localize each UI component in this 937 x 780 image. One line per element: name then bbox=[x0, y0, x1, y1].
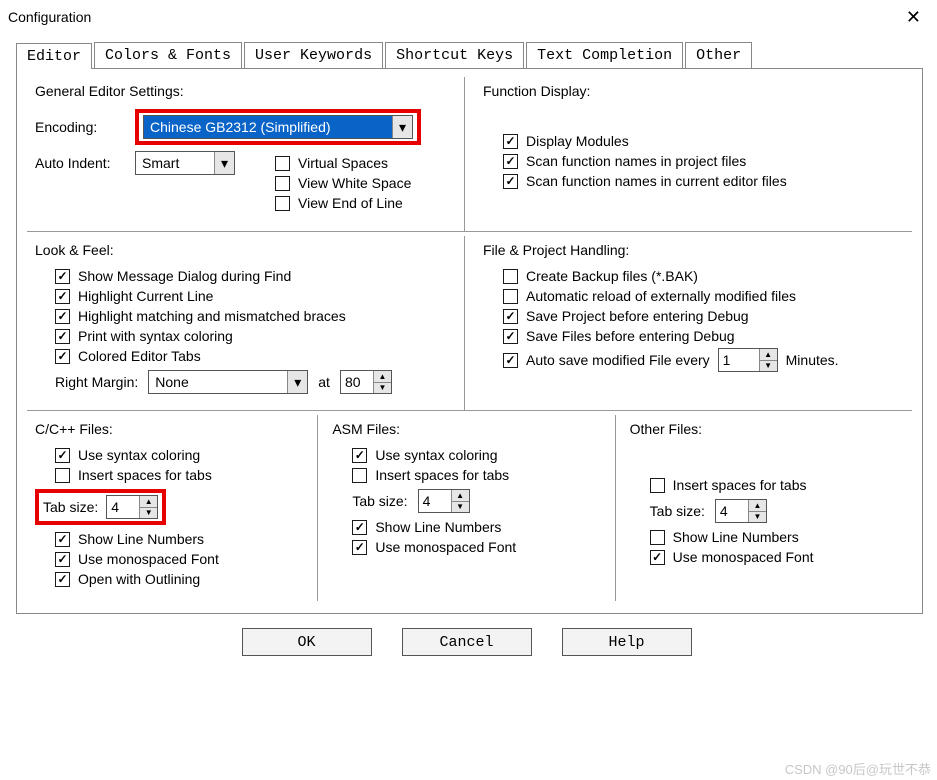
c-tabsize-label: Tab size: bbox=[43, 499, 98, 515]
cancel-button[interactable]: Cancel bbox=[402, 628, 532, 656]
group-title: ASM Files: bbox=[332, 421, 608, 437]
right-margin-label: Right Margin: bbox=[55, 374, 138, 390]
window-title: Configuration bbox=[8, 9, 91, 25]
asm-tabsize-label: Tab size: bbox=[352, 493, 407, 509]
autosave-minutes-spin[interactable]: 1 ▲▼ bbox=[718, 348, 778, 372]
arrow-down-icon[interactable]: ▼ bbox=[760, 361, 777, 372]
check-view-eol[interactable]: View End of Line bbox=[275, 195, 411, 211]
check-virtual-spaces[interactable]: Virtual Spaces bbox=[275, 155, 411, 171]
check-other-linenum[interactable]: Show Line Numbers bbox=[650, 529, 906, 545]
chevron-down-icon[interactable]: ▾ bbox=[214, 152, 234, 174]
right-margin-combo[interactable]: None ▾ bbox=[148, 370, 308, 394]
check-view-whitespace[interactable]: View White Space bbox=[275, 175, 411, 191]
check-autoreload[interactable]: Automatic reload of externally modified … bbox=[503, 288, 906, 304]
check-c-mono[interactable]: Use monospaced Font bbox=[55, 551, 311, 567]
group-title: File & Project Handling: bbox=[483, 242, 906, 258]
group-title: General Editor Settings: bbox=[35, 83, 458, 99]
watermark: CSDN @90后@玩世不恭 bbox=[785, 759, 931, 778]
encoding-highlight: Chinese GB2312 (Simplified) ▾ bbox=[135, 109, 421, 145]
group-title: Function Display: bbox=[483, 83, 906, 99]
arrow-down-icon[interactable]: ▼ bbox=[140, 508, 157, 519]
check-msg-dialog[interactable]: Show Message Dialog during Find bbox=[55, 268, 458, 284]
other-tabsize-label: Tab size: bbox=[650, 503, 705, 519]
c-tabsize-spin[interactable]: 4 ▲▼ bbox=[106, 495, 158, 519]
check-c-syntax[interactable]: Use syntax coloring bbox=[55, 447, 311, 463]
check-asm-linenum[interactable]: Show Line Numbers bbox=[352, 519, 608, 535]
chevron-down-icon[interactable]: ▾ bbox=[392, 116, 412, 138]
check-asm-mono[interactable]: Use monospaced Font bbox=[352, 539, 608, 555]
check-print-syntax[interactable]: Print with syntax coloring bbox=[55, 328, 458, 344]
tab-body: General Editor Settings: Encoding: Chine… bbox=[16, 69, 923, 614]
group-other-files: Other Files: Insert spaces for tabs Tab … bbox=[616, 415, 912, 601]
tab-shortcuts[interactable]: Shortcut Keys bbox=[385, 42, 524, 68]
c-tabsize-highlight: Tab size: 4 ▲▼ bbox=[35, 489, 166, 525]
check-other-mono[interactable]: Use monospaced Font bbox=[650, 549, 906, 565]
other-tabsize-spin[interactable]: 4 ▲▼ bbox=[715, 499, 767, 523]
autoindent-value: Smart bbox=[136, 152, 214, 174]
ok-button[interactable]: OK bbox=[242, 628, 372, 656]
group-look-feel: Look & Feel: Show Message Dialog during … bbox=[27, 236, 464, 411]
check-save-files[interactable]: Save Files before entering Debug bbox=[503, 328, 906, 344]
group-title: C/C++ Files: bbox=[35, 421, 311, 437]
arrow-down-icon[interactable]: ▼ bbox=[749, 512, 766, 523]
arrow-up-icon[interactable]: ▲ bbox=[760, 349, 777, 361]
help-button[interactable]: Help bbox=[562, 628, 692, 656]
check-display-modules[interactable]: Display Modules bbox=[503, 133, 906, 149]
group-general: General Editor Settings: Encoding: Chine… bbox=[27, 77, 464, 232]
check-scan-project[interactable]: Scan function names in project files bbox=[503, 153, 906, 169]
check-c-spaces[interactable]: Insert spaces for tabs bbox=[55, 467, 311, 483]
check-backup[interactable]: Create Backup files (*.BAK) bbox=[503, 268, 906, 284]
arrow-up-icon[interactable]: ▲ bbox=[374, 371, 391, 383]
tab-colors[interactable]: Colors & Fonts bbox=[94, 42, 242, 68]
group-asm-files: ASM Files: Use syntax coloring Insert sp… bbox=[318, 415, 615, 601]
tab-editor[interactable]: Editor bbox=[16, 43, 92, 69]
titlebar: Configuration ✕ bbox=[0, 0, 937, 32]
group-title: Other Files: bbox=[630, 421, 906, 437]
tab-keywords[interactable]: User Keywords bbox=[244, 42, 383, 68]
arrow-down-icon[interactable]: ▼ bbox=[452, 502, 469, 513]
group-c-files: C/C++ Files: Use syntax coloring Insert … bbox=[27, 415, 318, 601]
group-function-display: Function Display: Display Modules Scan f… bbox=[464, 77, 912, 232]
tab-completion[interactable]: Text Completion bbox=[526, 42, 683, 68]
check-colored-tabs[interactable]: Colored Editor Tabs bbox=[55, 348, 458, 364]
encoding-label: Encoding: bbox=[35, 119, 125, 135]
check-c-outlining[interactable]: Open with Outlining bbox=[55, 571, 311, 587]
close-icon[interactable]: ✕ bbox=[900, 7, 927, 28]
arrow-up-icon[interactable]: ▲ bbox=[749, 500, 766, 512]
check-scan-current[interactable]: Scan function names in current editor fi… bbox=[503, 173, 906, 189]
check-highlight-braces[interactable]: Highlight matching and mismatched braces bbox=[55, 308, 458, 324]
asm-tabsize-spin[interactable]: 4 ▲▼ bbox=[418, 489, 470, 513]
check-c-linenum[interactable]: Show Line Numbers bbox=[55, 531, 311, 547]
arrow-up-icon[interactable]: ▲ bbox=[452, 490, 469, 502]
check-highlight-line[interactable]: Highlight Current Line bbox=[55, 288, 458, 304]
group-title: Look & Feel: bbox=[35, 242, 458, 258]
check-asm-syntax[interactable]: Use syntax coloring bbox=[352, 447, 608, 463]
tab-other[interactable]: Other bbox=[685, 42, 752, 68]
button-row: OK Cancel Help bbox=[10, 614, 923, 666]
arrow-down-icon[interactable]: ▼ bbox=[374, 383, 391, 394]
encoding-value: Chinese GB2312 (Simplified) bbox=[144, 116, 392, 138]
check-other-spaces[interactable]: Insert spaces for tabs bbox=[650, 477, 906, 493]
tab-strip: Editor Colors & Fonts User Keywords Shor… bbox=[16, 42, 923, 69]
check-asm-spaces[interactable]: Insert spaces for tabs bbox=[352, 467, 608, 483]
chevron-down-icon[interactable]: ▾ bbox=[287, 371, 307, 393]
check-save-project[interactable]: Save Project before entering Debug bbox=[503, 308, 906, 324]
at-label: at bbox=[318, 374, 330, 390]
right-margin-at-spin[interactable]: 80 ▲▼ bbox=[340, 370, 392, 394]
group-file-project: File & Project Handling: Create Backup f… bbox=[464, 236, 912, 411]
encoding-combo[interactable]: Chinese GB2312 (Simplified) ▾ bbox=[143, 115, 413, 139]
autoindent-label: Auto Indent: bbox=[35, 151, 125, 171]
autoindent-combo[interactable]: Smart ▾ bbox=[135, 151, 235, 175]
check-autosave[interactable]: Auto save modified File every 1 ▲▼ Minut… bbox=[503, 348, 906, 372]
arrow-up-icon[interactable]: ▲ bbox=[140, 496, 157, 508]
